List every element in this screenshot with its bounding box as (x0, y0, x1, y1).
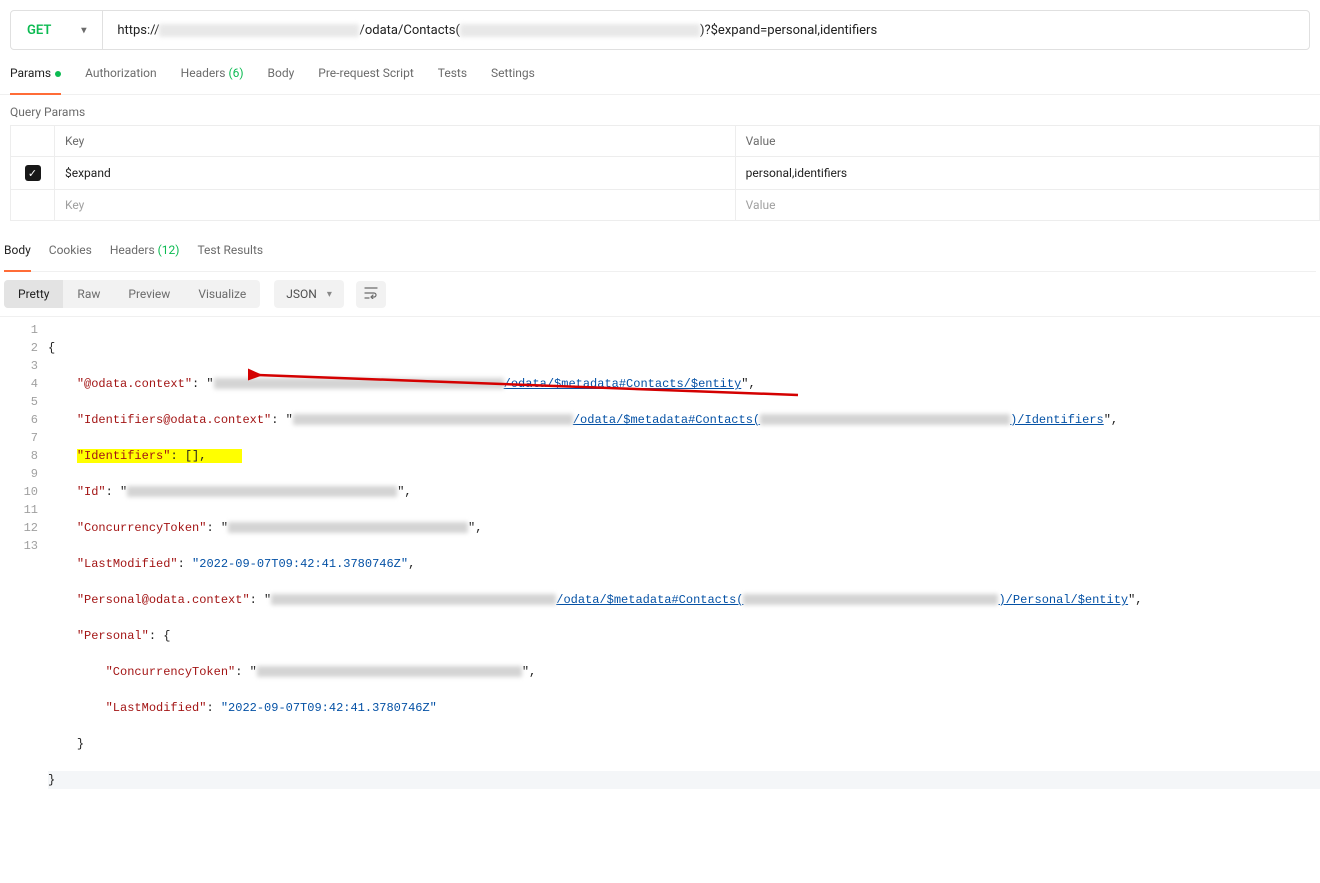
line-gutter: 12345678910111213 (0, 317, 48, 883)
code-token: "Identifiers" (77, 449, 171, 463)
tab-params-label: Params (10, 66, 51, 80)
tab-params[interactable]: Params (10, 66, 61, 86)
resp-tab-headers-label: Headers (110, 243, 155, 257)
code-token: )/Identifiers (1010, 413, 1104, 427)
checkbox-checked-icon[interactable]: ✓ (25, 165, 41, 181)
code-token: /odata/$metadata#Contacts( (573, 413, 760, 427)
resp-tab-body[interactable]: Body (4, 243, 31, 263)
param-value-cell[interactable]: personal,identifiers (735, 157, 1319, 190)
tab-authorization[interactable]: Authorization (85, 66, 157, 86)
resp-tab-cookies[interactable]: Cookies (49, 243, 92, 263)
tab-headers-label: Headers (181, 66, 226, 80)
resp-tab-headers-count: (12) (158, 243, 180, 257)
code-token: /odata/$metadata#Contacts/$entity (504, 377, 742, 391)
http-method-select[interactable]: GET ▾ (11, 11, 103, 49)
code-token: "Identifiers@odata.context" (77, 413, 271, 427)
tab-headers[interactable]: Headers (6) (181, 66, 244, 86)
format-select[interactable]: JSON ▾ (274, 280, 344, 308)
format-label: JSON (286, 287, 317, 301)
redacted-host (159, 24, 359, 37)
url-prefix: https:// (117, 23, 159, 38)
response-view-row: Pretty Raw Preview Visualize JSON ▾ (4, 272, 1320, 316)
code-content[interactable]: { "@odata.context": "/odata/$metadata#Co… (48, 317, 1320, 883)
view-pretty[interactable]: Pretty (4, 280, 63, 308)
code-token: "Personal" (77, 629, 149, 643)
redacted-id (460, 24, 700, 37)
view-visualize[interactable]: Visualize (184, 280, 260, 308)
tab-headers-count: (6) (228, 66, 243, 80)
param-key-cell[interactable]: $expand (55, 157, 736, 190)
query-params-table: Key Value ✓ $expand personal,identifiers… (10, 125, 1320, 221)
code-token: [] (185, 449, 199, 463)
checkbox-empty[interactable] (11, 190, 55, 221)
table-row: Key Value (11, 190, 1320, 221)
tab-tests[interactable]: Tests (438, 66, 467, 86)
url-suffix: )?$expand=personal,identifiers (700, 23, 877, 38)
table-row: ✓ $expand personal,identifiers (11, 157, 1320, 190)
view-raw[interactable]: Raw (63, 280, 114, 308)
col-key: Key (55, 126, 736, 157)
code-token: "LastModified" (106, 701, 207, 715)
code-token: "Id" (77, 485, 106, 499)
code-token: "2022-09-07T09:42:41.3780746Z" (221, 701, 437, 715)
resp-tab-headers[interactable]: Headers (12) (110, 243, 180, 263)
code-token: "LastModified" (77, 557, 178, 571)
resp-tab-test-results[interactable]: Test Results (197, 243, 263, 263)
modified-dot-icon (55, 71, 61, 77)
tab-settings[interactable]: Settings (491, 66, 535, 86)
code-token: "@odata.context" (77, 377, 192, 391)
chevron-down-icon: ▾ (327, 289, 332, 300)
col-check (11, 126, 55, 157)
code-token: { (48, 341, 55, 355)
wrap-icon (364, 287, 378, 299)
param-key-placeholder[interactable]: Key (55, 190, 736, 221)
code-token: /odata/$metadata#Contacts( (556, 593, 743, 607)
url-input[interactable]: https:// /odata/Contacts( )?$expand=person… (103, 11, 1309, 49)
code-token: )/Personal/$entity (998, 593, 1128, 607)
query-params-title: Query Params (0, 95, 1320, 125)
code-token: } (77, 737, 84, 751)
response-tabs: Body Cookies Headers (12) Test Results (4, 221, 1316, 272)
code-token: "Personal@odata.context" (77, 593, 250, 607)
tab-pre-request[interactable]: Pre-request Script (318, 66, 413, 86)
col-value: Value (735, 126, 1319, 157)
code-token: } (48, 773, 55, 787)
response-body-editor: 12345678910111213 { "@odata.context": "/… (0, 316, 1320, 883)
view-mode-group: Pretty Raw Preview Visualize (4, 280, 260, 308)
url-path: /odata/Contacts( (359, 23, 459, 38)
view-preview[interactable]: Preview (114, 280, 184, 308)
chevron-down-icon: ▾ (81, 25, 86, 36)
http-method-label: GET (27, 23, 51, 38)
request-url-bar: GET ▾ https:// /odata/Contacts( )?$expand=… (10, 10, 1310, 50)
tab-body[interactable]: Body (268, 66, 295, 86)
code-token: "ConcurrencyToken" (106, 665, 236, 679)
request-tabs: Params Authorization Headers (6) Body Pr… (0, 50, 1320, 95)
code-token: "ConcurrencyToken" (77, 521, 207, 535)
code-token: "2022-09-07T09:42:41.3780746Z" (192, 557, 408, 571)
param-value-placeholder[interactable]: Value (735, 190, 1319, 221)
wrap-lines-button[interactable] (356, 281, 386, 308)
